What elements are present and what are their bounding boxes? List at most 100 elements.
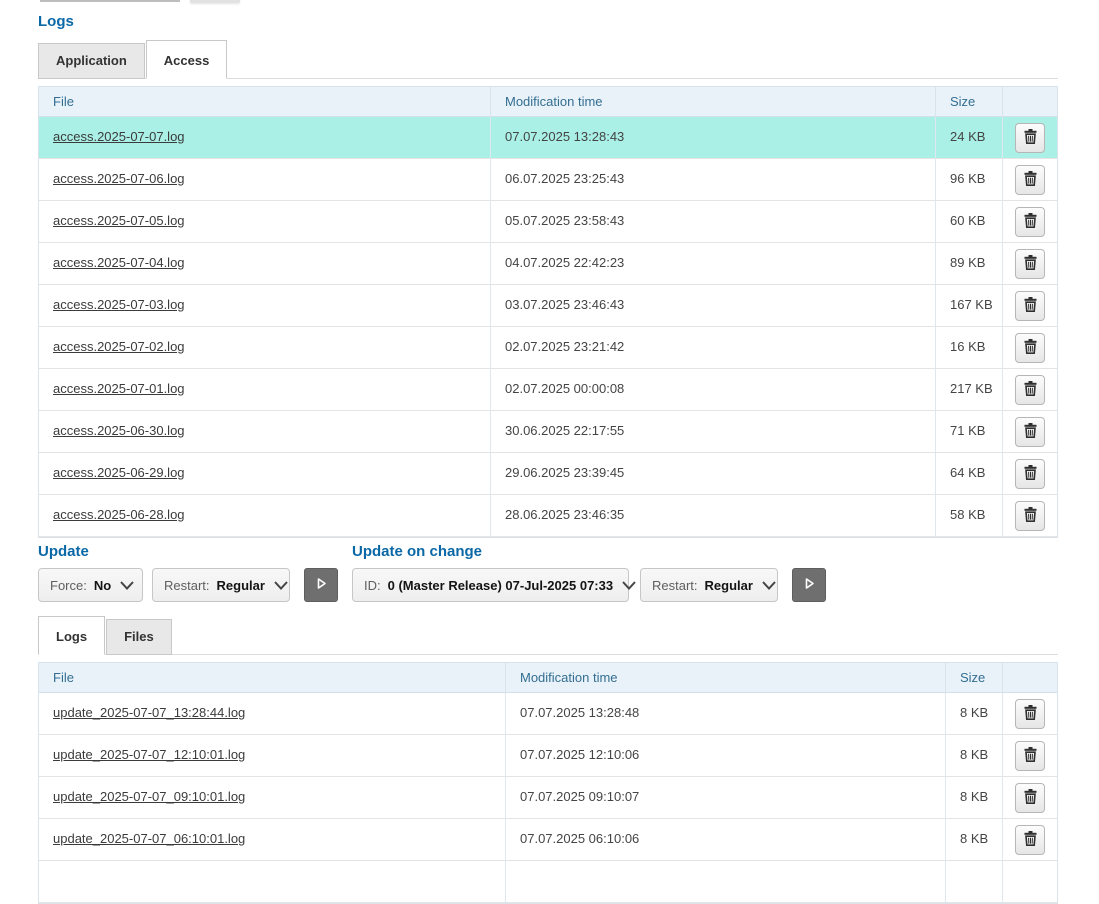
tab-application[interactable]: Application: [38, 43, 145, 79]
restart-on-change-select-value: Regular: [705, 578, 753, 593]
table-row: access.2025-07-05.log 05.07.2025 23:58:4…: [39, 201, 1057, 243]
file-size: 64 KB: [936, 453, 1003, 494]
delete-log-button[interactable]: [1015, 825, 1045, 855]
file-size: 60 KB: [936, 201, 1003, 242]
log-file-link[interactable]: access.2025-07-04.log: [53, 255, 185, 270]
file-size: 8 KB: [946, 777, 1003, 818]
logs-section-title: Logs: [38, 13, 74, 30]
table-row: access.2025-07-01.log 02.07.2025 00:00:0…: [39, 369, 1057, 411]
trash-icon: [1024, 789, 1037, 807]
modification-time: 28.06.2025 23:46:35: [491, 495, 936, 536]
modification-time: 07.07.2025 09:10:07: [506, 777, 946, 818]
force-select-label: Force:: [50, 578, 87, 593]
delete-log-button[interactable]: [1015, 783, 1045, 813]
truncated-button-remnant: [190, 0, 240, 3]
column-header-actions: [1003, 663, 1057, 692]
file-size: 96 KB: [936, 159, 1003, 200]
tab-logs[interactable]: Logs: [38, 616, 105, 655]
modification-time: 04.07.2025 22:42:23: [491, 243, 936, 284]
log-file-link[interactable]: update_2025-07-07_06:10:01.log: [53, 831, 245, 846]
modification-time: 30.06.2025 22:17:55: [491, 411, 936, 452]
tab-files[interactable]: Files: [106, 619, 172, 655]
run-update-on-change-button[interactable]: [792, 568, 826, 602]
log-file-link[interactable]: update_2025-07-07_09:10:01.log: [53, 789, 245, 804]
delete-log-button[interactable]: [1015, 501, 1045, 531]
access-logs-table: File Modification time Size access.2025-…: [38, 86, 1058, 538]
log-file-link[interactable]: access.2025-07-05.log: [53, 213, 185, 228]
run-update-button[interactable]: [304, 568, 338, 602]
restart-select-value: Regular: [217, 578, 265, 593]
log-file-link[interactable]: update_2025-07-07_13:28:44.log: [53, 705, 245, 720]
column-header-size[interactable]: Size: [936, 87, 1003, 116]
trash-icon: [1024, 747, 1037, 765]
trash-icon: [1024, 705, 1037, 723]
delete-log-button[interactable]: [1015, 207, 1045, 237]
log-file-link[interactable]: access.2025-07-02.log: [53, 339, 185, 354]
trash-icon: [1024, 339, 1037, 357]
restart-on-change-select[interactable]: Restart: Regular: [640, 568, 778, 602]
modification-time: 03.07.2025 23:46:43: [491, 285, 936, 326]
update-section-title: Update: [38, 543, 89, 560]
file-size: 217 KB: [936, 369, 1003, 410]
restart-select[interactable]: Restart: Regular: [152, 568, 290, 602]
table-row: access.2025-07-04.log 04.07.2025 22:42:2…: [39, 243, 1057, 285]
file-size: 71 KB: [936, 411, 1003, 452]
force-select[interactable]: Force: No: [38, 568, 143, 602]
delete-log-button[interactable]: [1015, 699, 1045, 729]
file-size: 24 KB: [936, 117, 1003, 158]
column-header-file[interactable]: File: [39, 663, 506, 692]
delete-log-button[interactable]: [1015, 291, 1045, 321]
file-size: 89 KB: [936, 243, 1003, 284]
delete-log-button[interactable]: [1015, 249, 1045, 279]
chevron-down-icon: [753, 581, 776, 590]
restart-select-label: Restart:: [164, 578, 210, 593]
tab-access[interactable]: Access: [146, 40, 228, 79]
file-size: 58 KB: [936, 495, 1003, 536]
force-select-value: No: [94, 578, 111, 593]
modification-time: 07.07.2025 12:10:06: [506, 735, 946, 776]
trash-icon: [1024, 507, 1037, 525]
update-on-change-section-title: Update on change: [352, 543, 482, 560]
table-row-partial: [39, 861, 1057, 903]
table-row: access.2025-07-07.log 07.07.2025 13:28:4…: [39, 117, 1057, 159]
chevron-down-icon: [613, 581, 636, 590]
table-row: update_2025-07-07_06:10:01.log 07.07.202…: [39, 819, 1057, 861]
log-file-link[interactable]: access.2025-07-01.log: [53, 381, 185, 396]
table-row: access.2025-07-03.log 03.07.2025 23:46:4…: [39, 285, 1057, 327]
modification-time: 05.07.2025 23:58:43: [491, 201, 936, 242]
column-header-file[interactable]: File: [39, 87, 491, 116]
column-header-modification-time[interactable]: Modification time: [506, 663, 946, 692]
modification-time: 02.07.2025 23:21:42: [491, 327, 936, 368]
logs-tabbar: Application Access: [38, 40, 1058, 79]
trash-icon: [1024, 831, 1037, 849]
log-file-link[interactable]: access.2025-06-29.log: [53, 465, 185, 480]
delete-log-button[interactable]: [1015, 459, 1045, 489]
table-row: access.2025-07-02.log 02.07.2025 23:21:4…: [39, 327, 1057, 369]
table-row: access.2025-06-30.log 30.06.2025 22:17:5…: [39, 411, 1057, 453]
chevron-down-icon: [111, 581, 134, 590]
play-icon: [315, 577, 328, 593]
delete-log-button[interactable]: [1015, 165, 1045, 195]
log-file-link[interactable]: access.2025-07-07.log: [53, 129, 185, 144]
trash-icon: [1024, 297, 1037, 315]
log-file-link[interactable]: update_2025-07-07_12:10:01.log: [53, 747, 245, 762]
file-size: 167 KB: [936, 285, 1003, 326]
delete-log-button[interactable]: [1015, 741, 1045, 771]
log-file-link[interactable]: access.2025-07-03.log: [53, 297, 185, 312]
release-id-select[interactable]: ID: 0 (Master Release) 07-Jul-2025 07:33: [352, 568, 629, 602]
column-header-modification-time[interactable]: Modification time: [491, 87, 936, 116]
delete-log-button[interactable]: [1015, 417, 1045, 447]
table-row: access.2025-06-28.log 28.06.2025 23:46:3…: [39, 495, 1057, 537]
log-file-link[interactable]: access.2025-07-06.log: [53, 171, 185, 186]
table-row: access.2025-06-29.log 29.06.2025 23:39:4…: [39, 453, 1057, 495]
column-header-size[interactable]: Size: [946, 663, 1003, 692]
log-file-link[interactable]: access.2025-06-30.log: [53, 423, 185, 438]
table-header-row: File Modification time Size: [39, 87, 1057, 117]
delete-log-button[interactable]: [1015, 123, 1045, 153]
delete-log-button[interactable]: [1015, 375, 1045, 405]
table-row: update_2025-07-07_12:10:01.log 07.07.202…: [39, 735, 1057, 777]
log-file-link[interactable]: access.2025-06-28.log: [53, 507, 185, 522]
delete-log-button[interactable]: [1015, 333, 1045, 363]
table-row: update_2025-07-07_13:28:44.log 07.07.202…: [39, 693, 1057, 735]
trash-icon: [1024, 129, 1037, 147]
